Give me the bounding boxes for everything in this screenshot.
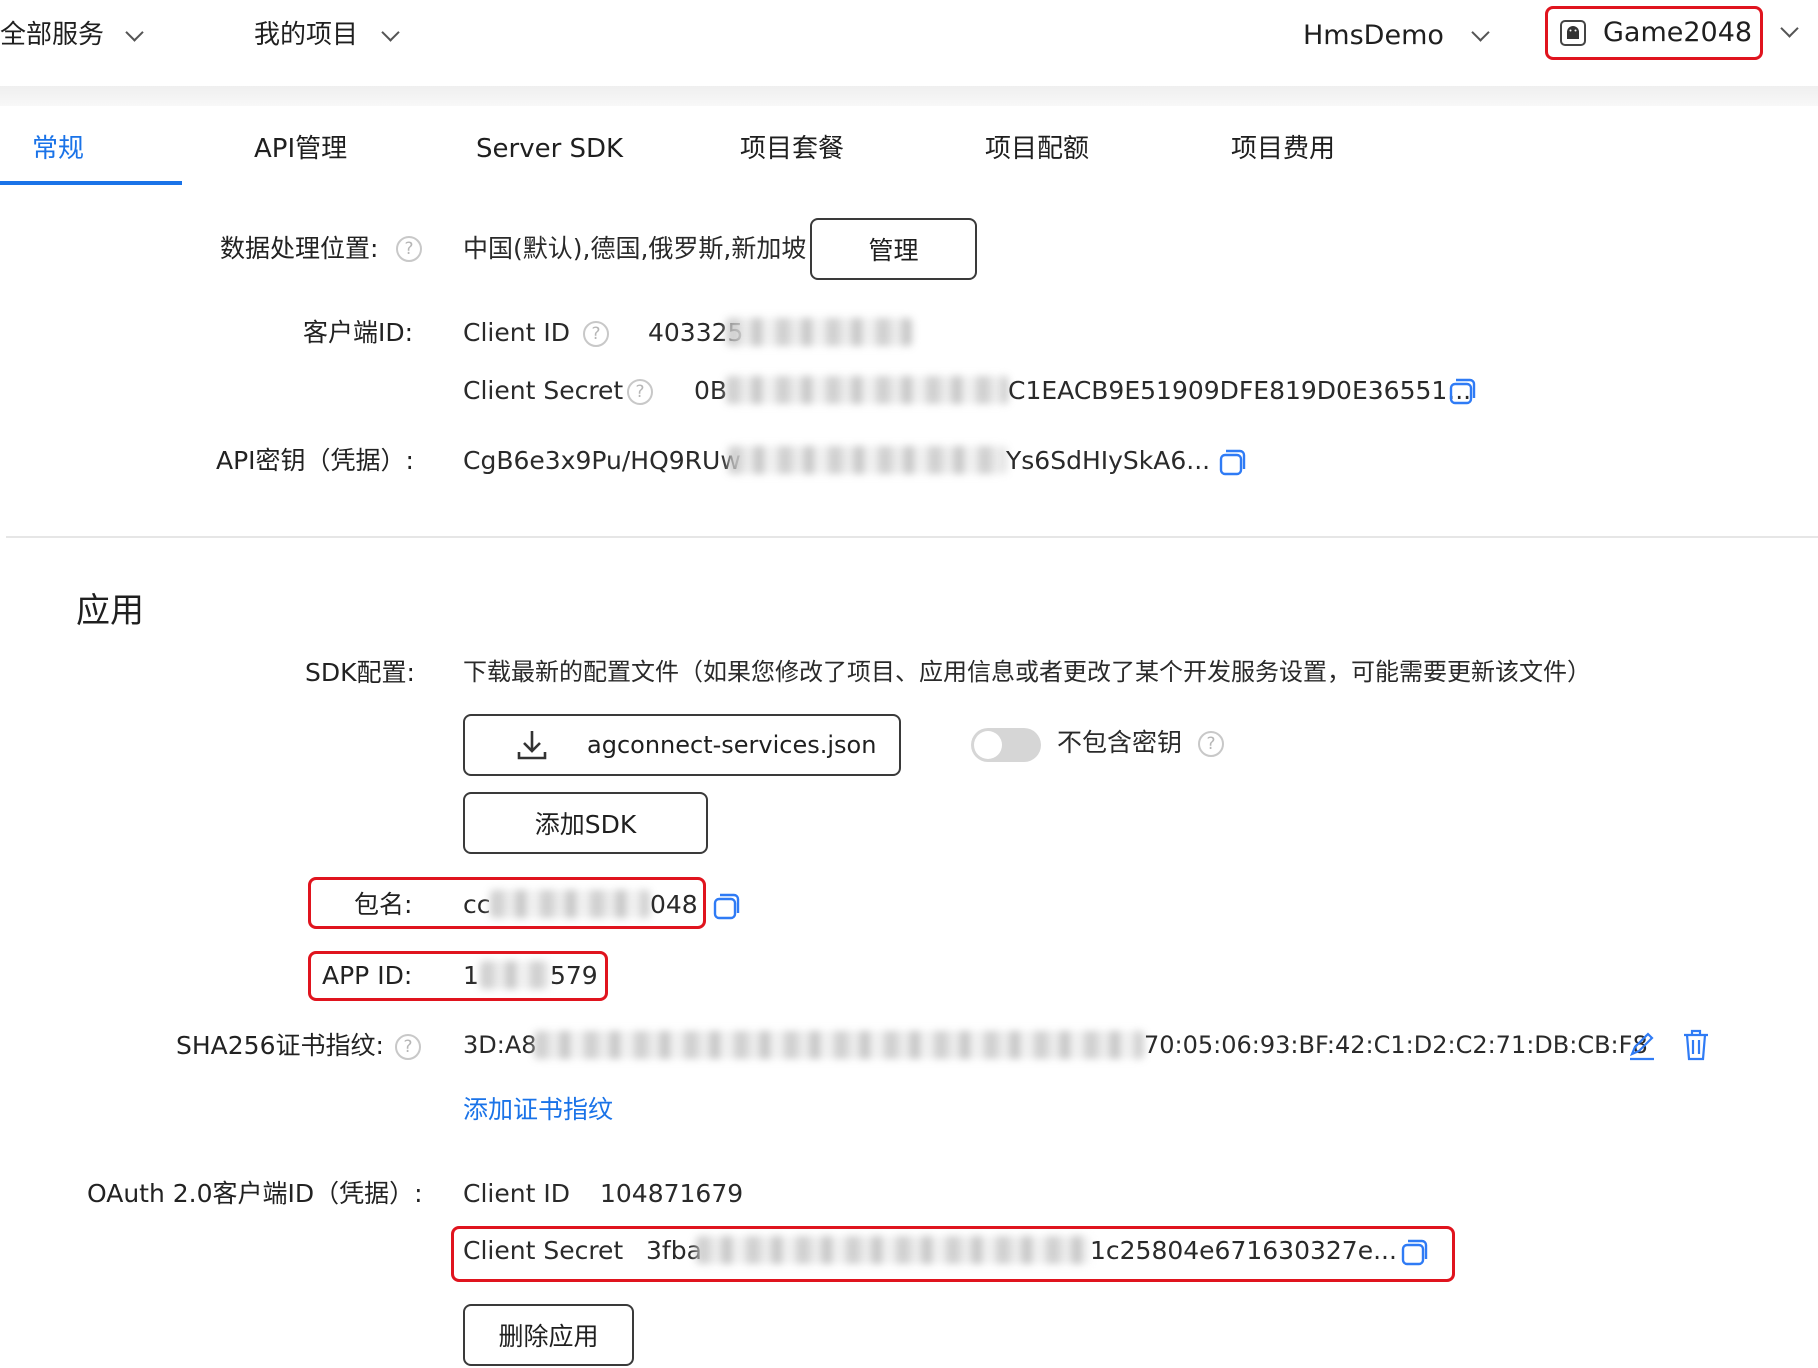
sha256-label: SHA256证书指纹: — [176, 1031, 384, 1060]
chevron-down-icon — [381, 23, 400, 42]
api-key-label: API密钥（凭据）: — [216, 446, 414, 475]
tab-project-quota[interactable]: 项目配额 — [985, 136, 1089, 162]
tab-bar: 常规 API管理 Server SDK 项目套餐 项目配额 项目费用 — [0, 106, 1818, 186]
help-icon[interactable]: ? — [583, 321, 609, 347]
tab-project-plan[interactable]: 项目套餐 — [740, 136, 844, 162]
delete-app-button[interactable]: 删除应用 — [463, 1304, 634, 1366]
app-id-prefix: 1 — [463, 961, 479, 990]
app-id-label: APP ID: — [322, 961, 413, 990]
exclude-key-toggle[interactable] — [971, 728, 1041, 762]
redacted-area — [696, 1236, 1090, 1264]
client-secret-prefix: 0B — [694, 376, 728, 405]
oauth-client-secret-label: Client Secret — [463, 1236, 624, 1265]
copy-icon[interactable] — [1218, 448, 1246, 476]
oauth-client-id-label: Client ID — [463, 1179, 570, 1208]
tab-active-indicator — [0, 181, 182, 185]
exclude-key-label: 不包含密钥 — [1057, 728, 1183, 757]
redacted-area — [490, 890, 650, 918]
help-icon[interactable]: ? — [1198, 731, 1224, 757]
data-location-label: 数据处理位置: — [220, 234, 379, 263]
add-sdk-button[interactable]: 添加SDK — [463, 792, 708, 854]
app-section-title: 应用 — [76, 591, 144, 631]
tab-server-sdk[interactable]: Server SDK — [476, 136, 623, 162]
redacted-area — [480, 961, 550, 989]
download-config-label: agconnect-services.json — [587, 731, 877, 759]
client-id-section-label: 客户端ID: — [303, 318, 414, 347]
toggle-knob — [974, 731, 1002, 759]
delete-icon[interactable] — [1680, 1028, 1712, 1062]
package-name-prefix: cc — [463, 890, 491, 919]
api-key-prefix: CgB6e3x9Pu/HQ9RUw — [463, 446, 741, 475]
oauth-client-secret-prefix: 3fba — [646, 1236, 702, 1265]
oauth-client-id-value: 104871679 — [600, 1179, 744, 1208]
help-icon[interactable]: ? — [396, 236, 422, 262]
data-location-value: 中国(默认),德国,俄罗斯,新加坡 — [463, 234, 807, 263]
redacted-area — [534, 1031, 1144, 1059]
sdk-config-label: SDK配置: — [305, 658, 415, 687]
app-id-suffix: 579 — [550, 961, 598, 990]
package-name-suffix: 048 — [650, 890, 698, 919]
my-projects-menu[interactable]: 我的项目 — [254, 14, 414, 58]
chevron-down-icon — [125, 23, 144, 42]
sha256-suffix: 70:05:06:93:BF:42:C1:D2:C2:71:DB:CB:F8 — [1144, 1031, 1648, 1059]
download-config-button[interactable]: agconnect-services.json — [463, 714, 901, 776]
tab-project-cost[interactable]: 项目费用 — [1231, 136, 1335, 162]
sdk-config-description: 下载最新的配置文件（如果您修改了项目、应用信息或者更改了某个开发服务设置，可能需… — [463, 658, 1591, 686]
redacted-area — [726, 318, 912, 346]
package-name-label: 包名: — [354, 890, 413, 919]
android-icon — [1560, 20, 1586, 46]
help-icon[interactable]: ? — [627, 379, 653, 405]
manage-button[interactable]: 管理 — [810, 218, 977, 280]
download-icon — [517, 731, 547, 760]
client-secret-suffix: C1EACB9E51909DFE819D0E36551... — [1008, 376, 1472, 405]
client-id-label: Client ID — [463, 318, 570, 347]
chevron-down-icon — [1780, 19, 1799, 38]
project-selector-label: HmsDemo — [1303, 20, 1444, 51]
project-selector[interactable]: HmsDemo — [1300, 14, 1500, 58]
redacted-area — [728, 446, 1006, 474]
copy-icon[interactable] — [712, 892, 740, 920]
tab-general[interactable]: 常规 — [32, 136, 84, 162]
section-divider — [6, 536, 1818, 538]
oauth-label: OAuth 2.0客户端ID（凭据）: — [87, 1179, 423, 1208]
tab-api-management[interactable]: API管理 — [254, 136, 347, 162]
redacted-area — [726, 376, 1008, 404]
app-selector-label: Game2048 — [1603, 17, 1753, 48]
app-selector[interactable]: Game2048 — [1545, 6, 1815, 60]
top-bar-shadow — [0, 86, 1818, 106]
copy-icon[interactable] — [1448, 377, 1476, 405]
all-services-menu[interactable]: 全部服务 — [0, 14, 160, 58]
oauth-client-secret-suffix: 1c25804e671630327e... — [1090, 1236, 1397, 1265]
sha256-prefix: 3D:A8 — [463, 1031, 537, 1059]
my-projects-label: 我的项目 — [254, 20, 359, 50]
edit-icon[interactable] — [1626, 1030, 1658, 1062]
copy-icon[interactable] — [1400, 1238, 1428, 1266]
help-icon[interactable]: ? — [395, 1034, 421, 1060]
api-key-suffix: Ys6SdHIySkA6... — [1006, 446, 1211, 475]
chevron-down-icon — [1471, 23, 1490, 42]
add-cert-fingerprint-link[interactable]: 添加证书指纹 — [463, 1097, 613, 1122]
client-secret-label: Client Secret — [463, 376, 624, 405]
all-services-label: 全部服务 — [0, 20, 105, 50]
